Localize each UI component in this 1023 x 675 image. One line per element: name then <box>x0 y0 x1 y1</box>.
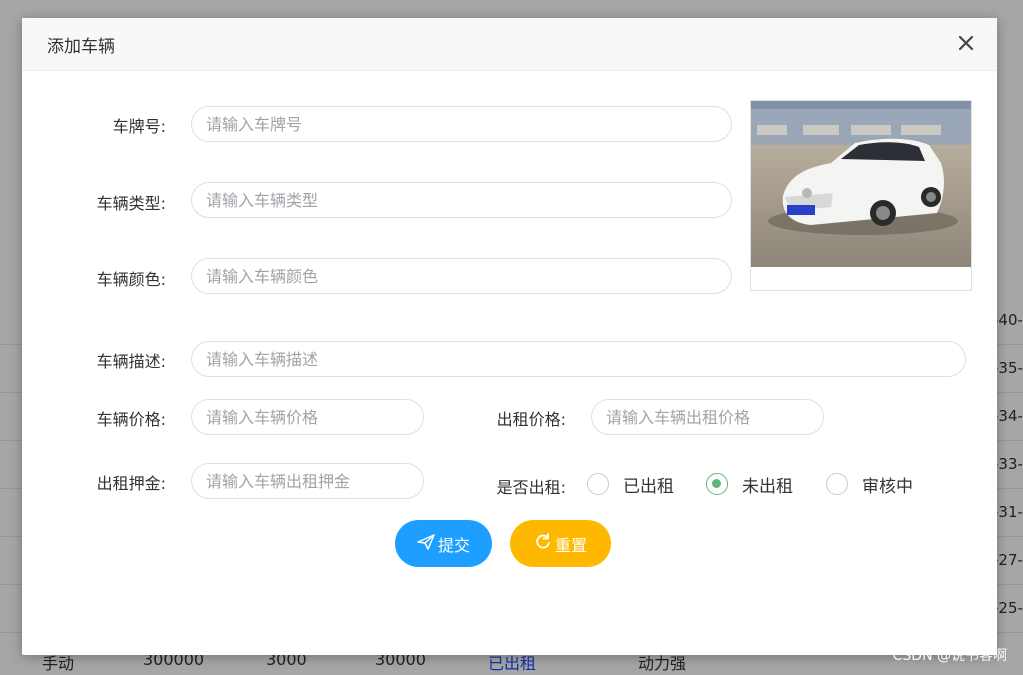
color-input[interactable] <box>191 258 732 294</box>
price-label: 车辆价格: <box>96 410 166 429</box>
radio-not-rented[interactable]: 未出租 <box>706 471 793 497</box>
rent-price-input[interactable] <box>591 399 824 435</box>
plate-input[interactable] <box>191 106 732 142</box>
car-image <box>751 101 971 267</box>
close-icon[interactable] <box>955 32 977 54</box>
reset-button[interactable]: 重置 <box>510 520 611 567</box>
radio-circle-checked[interactable] <box>706 473 728 495</box>
type-label: 车辆类型: <box>96 194 166 213</box>
reset-label: 重置 <box>554 535 587 555</box>
add-vehicle-dialog: 添加车辆 车牌号: 车辆类型: 车辆颜色: <box>22 18 997 655</box>
desc-label: 车辆描述: <box>96 352 166 371</box>
dialog-header: 添加车辆 <box>22 18 997 71</box>
color-label: 车辆颜色: <box>96 270 166 289</box>
radio-reviewing[interactable]: 审核中 <box>826 471 913 497</box>
price-input[interactable] <box>191 399 424 435</box>
send-icon <box>417 533 438 554</box>
rented-label: 是否出租: <box>496 478 566 497</box>
submit-button[interactable]: 提交 <box>395 520 492 567</box>
submit-label: 提交 <box>437 535 470 555</box>
radio-label: 审核中 <box>862 476 913 497</box>
vehicle-photo[interactable] <box>750 100 972 291</box>
radio-label: 未出租 <box>742 476 793 497</box>
radio-label: 已出租 <box>623 476 674 497</box>
deposit-label: 出租押金: <box>96 474 166 493</box>
radio-rented[interactable]: 已出租 <box>587 471 674 497</box>
rent-price-label: 出租价格: <box>496 410 566 429</box>
type-input[interactable] <box>191 182 732 218</box>
radio-circle[interactable] <box>826 473 848 495</box>
radio-circle[interactable] <box>587 473 609 495</box>
plate-label: 车牌号: <box>112 117 166 136</box>
deposit-input[interactable] <box>191 463 424 499</box>
watermark: CSDN @说书客啊 <box>892 648 1007 664</box>
desc-input[interactable] <box>191 341 966 377</box>
refresh-icon <box>534 532 555 555</box>
dialog-title: 添加车辆 <box>47 37 115 57</box>
